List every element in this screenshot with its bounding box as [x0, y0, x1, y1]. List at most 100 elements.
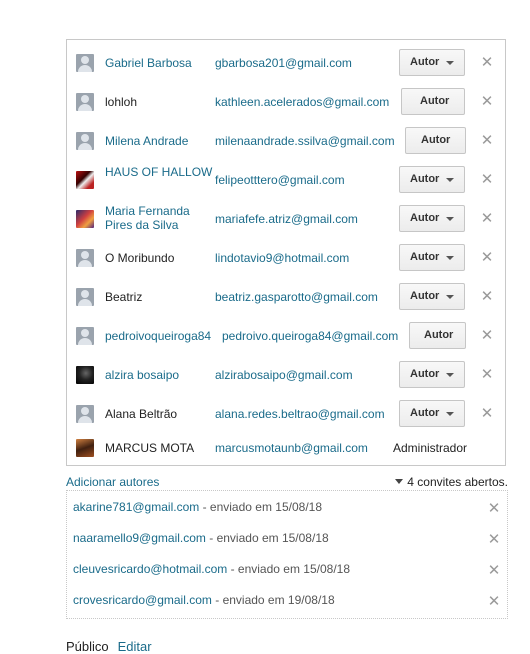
role-dropdown[interactable]: Autor: [399, 283, 465, 310]
admin-role: Administrador: [393, 441, 468, 455]
close-icon[interactable]: ✕: [487, 501, 501, 516]
invite-separator: -: [199, 500, 210, 514]
close-icon[interactable]: ✕: [480, 250, 494, 265]
author-email[interactable]: milenaandrade.ssilva@gmail.com: [215, 134, 395, 148]
photo-avatar: [76, 171, 94, 189]
close-icon[interactable]: ✕: [480, 172, 494, 187]
invite-separator: -: [227, 562, 238, 576]
edit-privacy-link[interactable]: Editar: [118, 639, 152, 654]
role-label: Autor: [424, 329, 454, 341]
invite-email[interactable]: crovesricardo@gmail.com: [73, 593, 212, 607]
role-dropdown[interactable]: Autor: [399, 49, 465, 76]
author-row: Alana Beltrão alana.redes.beltrao@gmail.…: [67, 394, 505, 433]
author-name: lohloh: [105, 95, 138, 109]
author-email[interactable]: alzirabosaipo@gmail.com: [215, 368, 353, 382]
admin-email[interactable]: marcusmotaunb@gmail.com: [215, 441, 368, 455]
privacy-label: Público: [66, 639, 109, 654]
role-label: Autor: [420, 95, 450, 107]
privacy-setting: Público Editar: [66, 639, 152, 654]
chevron-down-icon: [446, 217, 454, 221]
role-button[interactable]: Autor: [401, 88, 465, 115]
invite-row: akarine781@gmail.com - enviado em 15/08/…: [73, 500, 500, 520]
author-row: Gabriel Barbosa gbarbosa201@gmail.com Au…: [67, 43, 505, 82]
admin-name: MARCUS MOTA: [105, 441, 195, 455]
invite-email[interactable]: naaramello9@gmail.com: [73, 531, 206, 545]
role-label: Autor: [410, 407, 440, 419]
author-name: O Moribundo: [105, 251, 175, 265]
close-icon[interactable]: ✕: [487, 594, 501, 609]
invite-sent-date: enviado em 19/08/18: [222, 593, 335, 607]
photo-avatar: [76, 210, 94, 228]
chevron-down-icon: [446, 256, 454, 260]
close-icon[interactable]: ✕: [480, 406, 494, 421]
pending-invites-list: akarine781@gmail.com - enviado em 15/08/…: [66, 490, 508, 619]
default-user-avatar: [76, 54, 94, 72]
author-email[interactable]: felipeotttero@gmail.com: [215, 173, 345, 187]
role-button[interactable]: Autor: [405, 127, 466, 154]
close-icon[interactable]: ✕: [480, 211, 494, 226]
close-icon[interactable]: ✕: [487, 532, 501, 547]
open-invites-label: 4 convites abertos.: [407, 475, 508, 489]
chevron-down-icon: [446, 61, 454, 65]
author-email[interactable]: pedroivo.queiroga84@gmail.com: [222, 329, 398, 343]
author-row: pedroivoqueiroga84 pedroivo.queiroga84@g…: [67, 316, 505, 355]
photo-avatar: [76, 439, 94, 457]
default-user-avatar: [76, 249, 94, 267]
invite-sent-date: enviado em 15/08/18: [216, 531, 329, 545]
author-email[interactable]: alana.redes.beltrao@gmail.com: [215, 407, 385, 421]
author-email[interactable]: lindotavio9@hotmail.com: [215, 251, 349, 265]
close-icon[interactable]: ✕: [480, 133, 494, 148]
author-name[interactable]: Milena Andrade: [105, 134, 213, 148]
role-label: Autor: [421, 134, 451, 146]
add-authors-link[interactable]: Adicionar autores: [66, 475, 159, 489]
chevron-down-icon: [446, 178, 454, 182]
author-name[interactable]: Gabriel Barbosa: [105, 56, 213, 70]
invite-row: crovesricardo@gmail.com - enviado em 19/…: [73, 593, 500, 613]
author-row: Milena Andrade milenaandrade.ssilva@gmai…: [67, 121, 505, 160]
author-email[interactable]: mariafefe.atriz@gmail.com: [215, 212, 358, 226]
role-label: Autor: [410, 56, 440, 68]
authors-list: Gabriel Barbosa gbarbosa201@gmail.com Au…: [66, 39, 506, 466]
author-row: Maria Fernanda Pires da Silva mariafefe.…: [67, 199, 505, 238]
author-name[interactable]: alzira bosaipo: [105, 368, 213, 382]
role-label: Autor: [410, 212, 440, 224]
role-dropdown[interactable]: Autor: [399, 361, 465, 388]
default-user-avatar: [76, 93, 94, 111]
invite-row: cleuvesricardo@hotmail.com - enviado em …: [73, 562, 500, 582]
author-email[interactable]: beatriz.gasparotto@gmail.com: [215, 290, 378, 304]
invite-sent-date: enviado em 15/08/18: [209, 500, 323, 514]
author-name[interactable]: pedroivoqueiroga84: [105, 329, 217, 343]
role-dropdown[interactable]: Autor: [399, 244, 465, 271]
chevron-down-icon: [446, 295, 454, 299]
authors-actions-bar: Adicionar autores 4 convites abertos.: [66, 474, 508, 490]
role-button[interactable]: Autor: [409, 322, 466, 349]
default-user-avatar: [76, 405, 94, 423]
close-icon[interactable]: ✕: [487, 563, 501, 578]
close-icon[interactable]: ✕: [480, 367, 494, 382]
role-dropdown[interactable]: Autor: [399, 205, 465, 232]
open-invites-toggle[interactable]: 4 convites abertos.: [395, 475, 508, 489]
role-dropdown[interactable]: Autor: [399, 400, 465, 427]
invite-sent-date: enviado em 15/08/18: [237, 562, 351, 576]
role-dropdown[interactable]: Autor: [399, 166, 465, 193]
author-email[interactable]: gbarbosa201@gmail.com: [215, 56, 352, 70]
author-row: lohloh kathleen.acelerados@gmail.com Aut…: [67, 82, 505, 121]
default-user-avatar: [76, 327, 94, 345]
close-icon[interactable]: ✕: [480, 289, 494, 304]
invite-email[interactable]: cleuvesricardo@hotmail.com: [73, 562, 227, 576]
close-icon[interactable]: ✕: [480, 328, 494, 343]
chevron-down-icon: [446, 373, 454, 377]
role-label: Autor: [410, 368, 440, 380]
role-label: Autor: [410, 173, 440, 185]
author-email[interactable]: kathleen.acelerados@gmail.com: [215, 95, 389, 109]
author-name[interactable]: Maria Fernanda Pires da Silva: [105, 204, 205, 232]
close-icon[interactable]: ✕: [480, 55, 494, 70]
close-icon[interactable]: ✕: [480, 94, 494, 109]
author-name[interactable]: HAUS OF HALLOW: [105, 165, 213, 179]
author-row: HAUS OF HALLOW felipeotttero@gmail.com A…: [67, 160, 505, 199]
admin-row: MARCUS MOTA marcusmotaunb@gmail.com Admi…: [67, 433, 505, 472]
author-row: Beatriz beatriz.gasparotto@gmail.com Aut…: [67, 277, 505, 316]
role-label: Autor: [410, 290, 440, 302]
invite-email[interactable]: akarine781@gmail.com: [73, 500, 199, 514]
default-user-avatar: [76, 288, 94, 306]
